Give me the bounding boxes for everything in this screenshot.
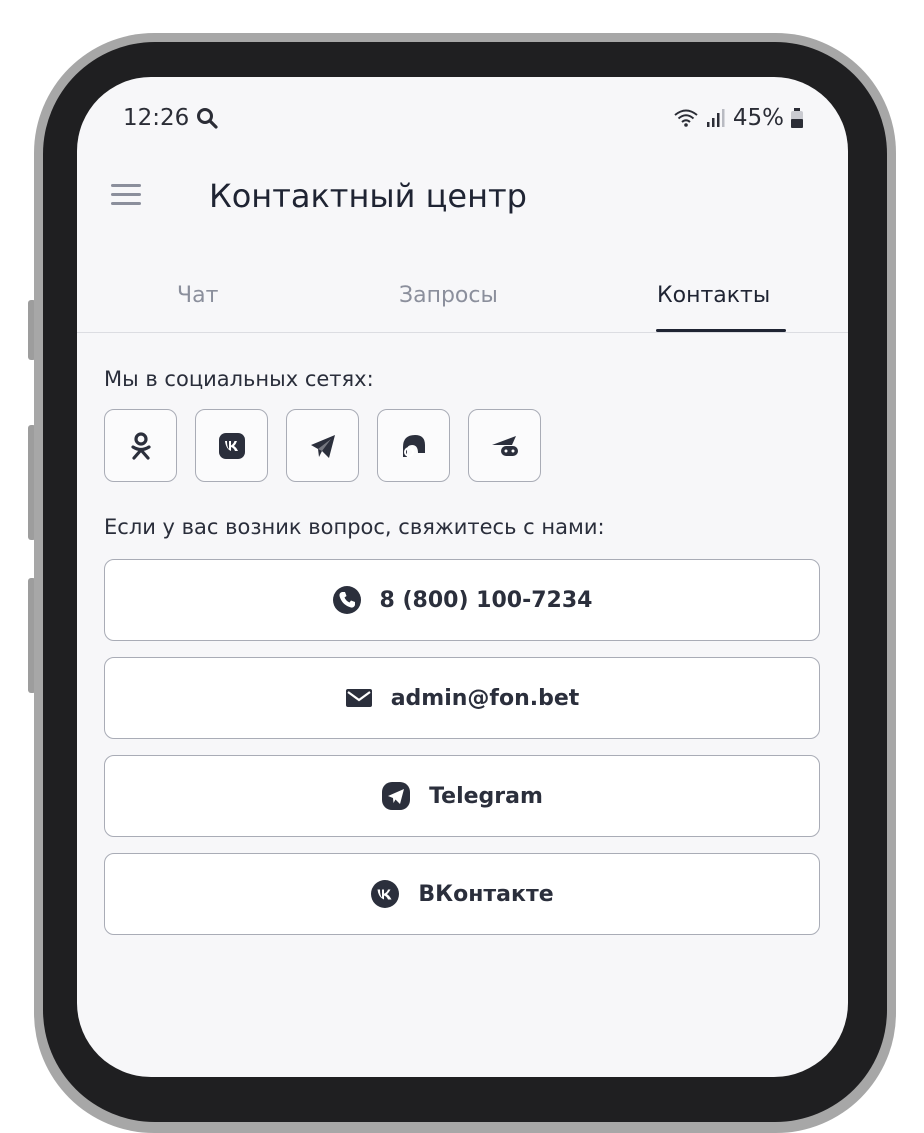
vk-contact-button[interactable]: ВКонтакте — [104, 853, 820, 935]
wifi-icon — [674, 109, 698, 127]
tab-contacts[interactable]: Контакты — [657, 283, 770, 308]
status-time-text: 12:26 — [123, 105, 190, 131]
social-button-odnoklassniki[interactable] — [104, 409, 177, 482]
vk-icon — [218, 432, 245, 459]
social-button-vk[interactable] — [195, 409, 268, 482]
tabs-divider — [77, 332, 848, 333]
telegram-icon — [382, 782, 411, 810]
tab-requests[interactable]: Запросы — [399, 283, 498, 308]
tab-chat[interactable]: Чат — [177, 283, 218, 308]
telegram-contact-label: Telegram — [429, 783, 543, 809]
games-icon — [491, 435, 518, 456]
messenger-icon — [402, 434, 425, 457]
search-icon — [197, 108, 218, 129]
phone-contact-label: 8 (800) 100-7234 — [379, 587, 593, 613]
phone-contact-button[interactable]: 8 (800) 100-7234 — [104, 559, 820, 641]
contact-section-label: Если у вас возник вопрос, свяжитесь с на… — [104, 515, 605, 539]
email-contact-label: admin@fon.bet — [390, 685, 580, 711]
social-button-games[interactable] — [468, 409, 541, 482]
status-indicators: 45% — [673, 105, 804, 131]
phone-icon — [332, 586, 361, 614]
status-time: 12:26 — [123, 105, 219, 131]
email-contact-button[interactable]: admin@fon.bet — [104, 657, 820, 739]
phone-screen: 12:26 45% Контактный центр Чат Запросы К… — [77, 77, 848, 1077]
vk-contact-label: ВКонтакте — [418, 881, 554, 907]
telegram-icon — [310, 434, 335, 458]
vk-icon — [371, 880, 400, 908]
menu-icon[interactable] — [111, 182, 143, 208]
signal-icon — [706, 109, 725, 127]
social-button-telegram[interactable] — [286, 409, 359, 482]
page-title: Контактный центр — [209, 177, 527, 215]
social-button-messenger[interactable] — [377, 409, 450, 482]
odnoklassniki-icon — [130, 431, 151, 460]
battery-icon — [791, 108, 803, 128]
telegram-contact-button[interactable]: Telegram — [104, 755, 820, 837]
social-section-label: Мы в социальных сетях: — [104, 367, 374, 391]
mail-icon — [345, 689, 372, 707]
battery-percent: 45% — [732, 105, 784, 131]
